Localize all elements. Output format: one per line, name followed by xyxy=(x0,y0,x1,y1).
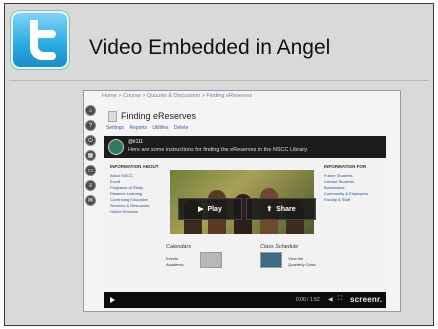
left-item: Continuing Education xyxy=(110,197,149,202)
right-item: Community & Employers xyxy=(324,191,369,196)
left-item: Services & Resources xyxy=(110,203,150,208)
list-icon[interactable]: ≡ xyxy=(85,180,96,191)
power-icon[interactable]: ⏻ xyxy=(85,135,96,146)
video-description: Here are some instructions for finding t… xyxy=(128,147,308,153)
share-icon: ⬆ xyxy=(266,206,273,213)
title-divider xyxy=(9,80,429,81)
right-item: Current Students xyxy=(324,179,355,184)
view-label: View the xyxy=(288,256,304,261)
video-frame: INFORMATION ABOUT About NSCC Enroll Prog… xyxy=(104,158,386,298)
right-item: Businesses xyxy=(324,185,345,190)
slide-title: Video Embedded in Angel xyxy=(89,36,331,59)
twitter-bird-icon xyxy=(30,20,56,60)
right-column-title: INFORMATION FOR xyxy=(324,164,367,169)
calendars-heading: Calendars xyxy=(166,244,192,250)
mail-icon[interactable]: ✉ xyxy=(85,195,96,206)
calendar-thumbnail xyxy=(200,252,222,268)
left-column-title: INFORMATION ABOUT xyxy=(110,164,159,169)
quarterly-label: Quarterly Class xyxy=(288,262,316,267)
left-item: Enroll xyxy=(110,179,121,184)
video-handle[interactable]: @it111 xyxy=(128,139,143,145)
play-label: Play xyxy=(207,206,222,213)
twitter-logo xyxy=(11,11,69,69)
share-button[interactable]: ⬆ Share xyxy=(246,198,316,220)
side-toolbar: ⌂ ? ⏻ ▦ ▭ ≡ ✉ xyxy=(84,101,98,210)
left-item: Distance Learning xyxy=(110,191,143,196)
folder-icon[interactable]: ▭ xyxy=(85,165,96,176)
play-button[interactable]: ▶ Play xyxy=(178,198,242,220)
academic-label: Academic xyxy=(166,262,184,267)
tab-settings[interactable]: Settings xyxy=(106,125,124,131)
volume-icon[interactable]: ◀ xyxy=(328,296,333,303)
help-icon[interactable]: ? xyxy=(85,120,96,131)
page-heading: Finding eReserves xyxy=(121,111,197,121)
slide: Video Embedded in Angel Home > Course > … xyxy=(4,3,434,326)
right-item: Future Students xyxy=(324,173,353,178)
tab-utilities[interactable]: Utilities xyxy=(152,125,168,131)
events-label: Events xyxy=(166,256,179,261)
avatar xyxy=(108,139,124,155)
page-tabs: Settings Reports Utilities Delete xyxy=(106,125,192,131)
class-schedule-heading: Class Schedule xyxy=(260,244,299,250)
right-item: Faculty & Staff xyxy=(324,197,350,202)
time-display: 0:00 / 1:52 xyxy=(296,297,320,303)
breadcrumb: Home > Course > Quizzes & Discussion > F… xyxy=(102,93,253,99)
tab-reports[interactable]: Reports xyxy=(129,125,147,131)
tab-delete[interactable]: Delete xyxy=(174,125,188,131)
left-item: Online Services xyxy=(110,209,139,214)
home-icon[interactable]: ⌂ xyxy=(85,105,96,116)
share-label: Share xyxy=(276,206,296,213)
play-icon: ▶ xyxy=(198,206,204,213)
schedule-thumbnail xyxy=(260,252,282,268)
video-header: @it111 Here are some instructions for fi… xyxy=(104,136,386,158)
screenr-logo[interactable]: screenr. xyxy=(350,295,382,304)
left-item: Programs of Study xyxy=(110,185,144,190)
play-control-icon[interactable] xyxy=(110,297,115,303)
left-item: About NSCC xyxy=(110,173,133,178)
video-player[interactable]: @it111 Here are some instructions for fi… xyxy=(104,136,386,308)
embedded-screenshot: Home > Course > Quizzes & Discussion > F… xyxy=(83,90,401,312)
fullscreen-icon[interactable]: ⛶ xyxy=(338,296,342,303)
video-controls: 0:00 / 1:52 ◀ ⛶ screenr. xyxy=(104,292,386,308)
grid-icon[interactable]: ▦ xyxy=(85,150,96,161)
page-icon xyxy=(108,111,117,122)
